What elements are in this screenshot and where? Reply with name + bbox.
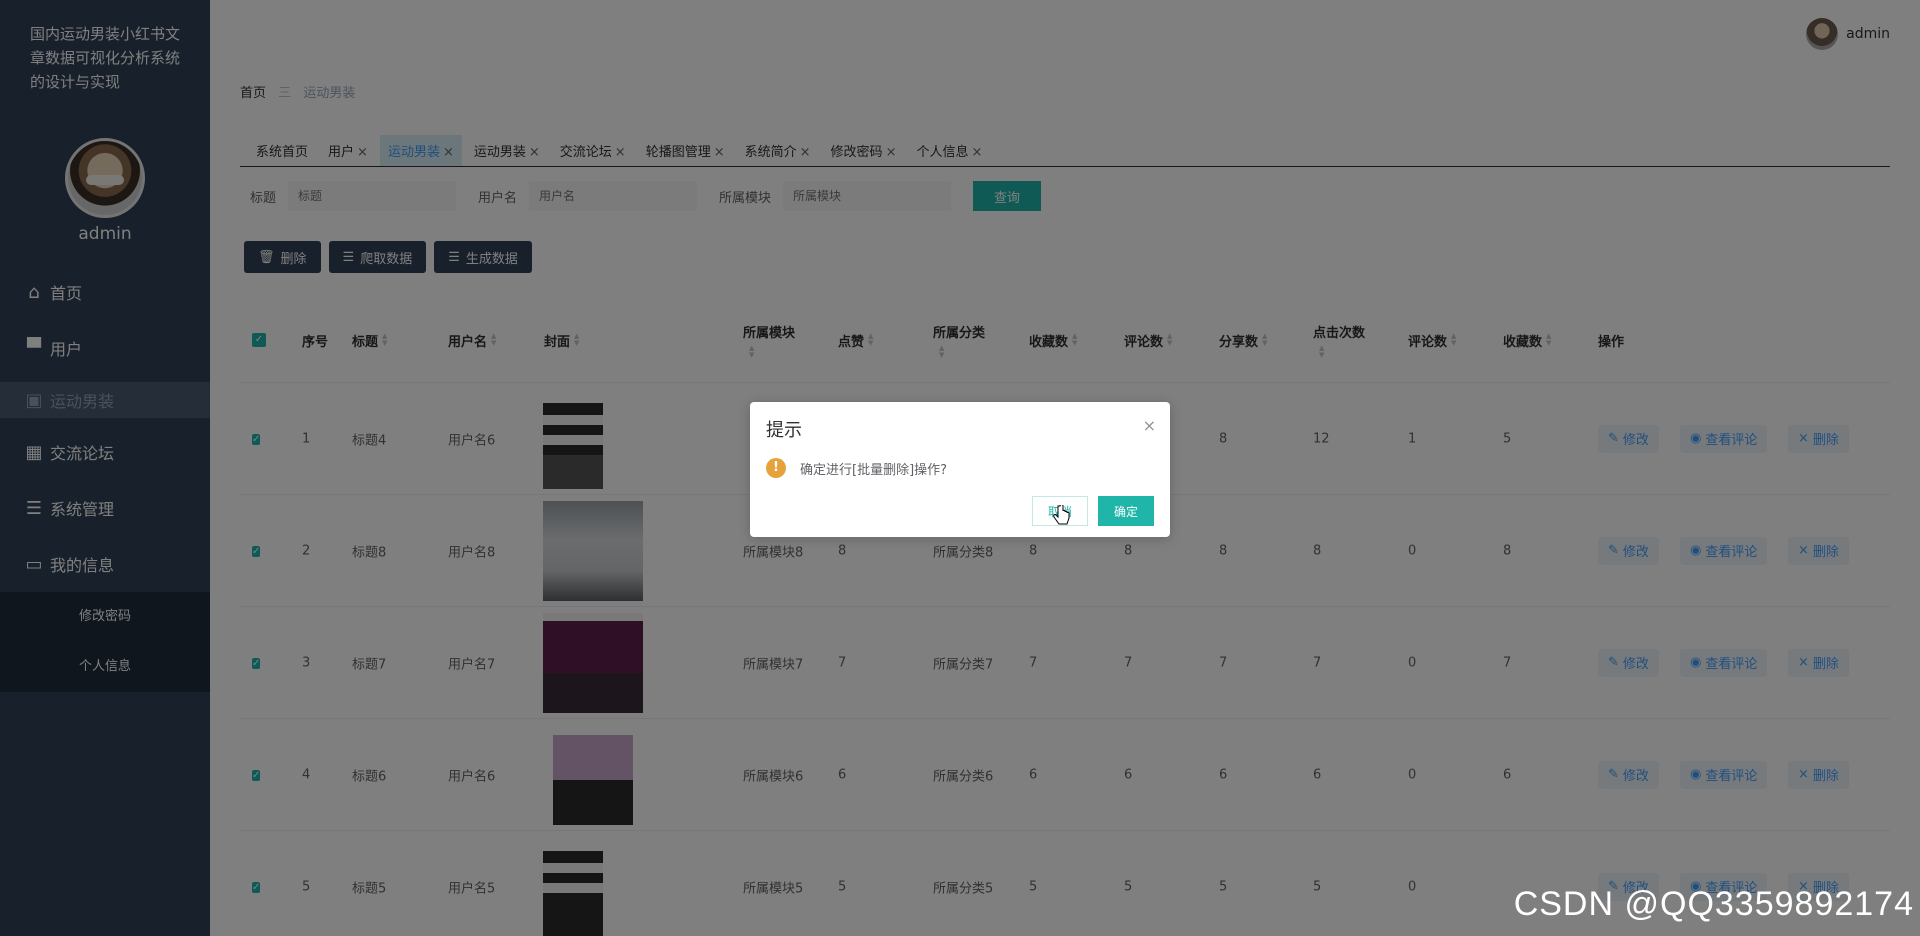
hand-cursor-icon — [1053, 505, 1070, 525]
dialog-text: 确定进行[批量删除]操作? — [800, 462, 948, 478]
dialog-title: 提示 — [766, 420, 802, 441]
close-icon[interactable]: × — [1143, 416, 1156, 435]
confirm-button[interactable]: 确定 — [1098, 496, 1154, 526]
confirm-dialog: 提示 × ! 确定进行[批量删除]操作? 取消 确定 — [750, 402, 1170, 537]
dialog-message: ! 确定进行[批量删除]操作? — [766, 458, 947, 478]
warning-icon: ! — [766, 458, 786, 478]
watermark: CSDN @QQ3359892174 — [1513, 885, 1914, 923]
